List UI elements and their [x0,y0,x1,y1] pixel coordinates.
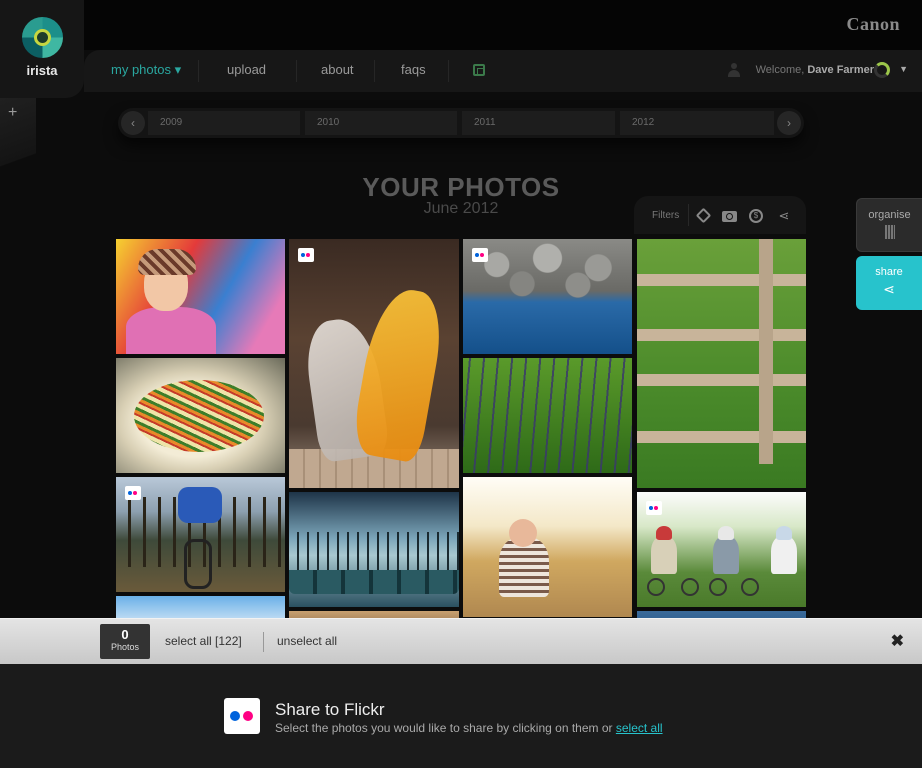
flickr-icon [646,501,662,515]
share-description: Select the photos you would like to shar… [275,721,663,735]
photo-tile[interactable] [637,492,806,607]
photo-tile[interactable] [637,239,806,488]
irista-logo-icon [22,17,63,58]
selection-bar: 0 Photos select all [122] unselect all ✖ [0,618,922,664]
photo-tile[interactable] [463,477,632,617]
close-icon[interactable]: ✖ [891,631,904,651]
share-panel: Share to Flickr Select the photos you wo… [0,664,922,768]
photo-tile[interactable] [116,239,285,354]
logo-tab[interactable]: irista [0,0,84,98]
photo-tile[interactable] [116,358,285,473]
selection-divider [263,632,264,652]
selected-count: 0 [121,627,129,642]
flickr-icon [125,486,141,500]
selected-count-label: Photos [110,642,140,652]
share-title: Share to Flickr [275,700,385,719]
photo-tile[interactable] [463,239,632,354]
photo-grid [0,0,922,620]
photo-tile[interactable] [289,239,459,488]
select-all-button[interactable]: select all [122] [165,634,242,648]
flickr-logo-icon [224,698,260,734]
photo-tile[interactable] [463,358,632,473]
selected-count-badge: 0 Photos [100,624,150,659]
share-instruction: Select the photos you would like to shar… [275,721,613,735]
flickr-icon [472,248,488,262]
photo-tile[interactable] [116,596,285,620]
flickr-icon [298,248,314,262]
app-name: irista [26,63,58,78]
unselect-all-button[interactable]: unselect all [277,634,337,648]
photo-tile[interactable] [289,492,459,607]
photo-tile[interactable] [116,477,285,592]
share-select-all-link[interactable]: select all [616,721,663,735]
